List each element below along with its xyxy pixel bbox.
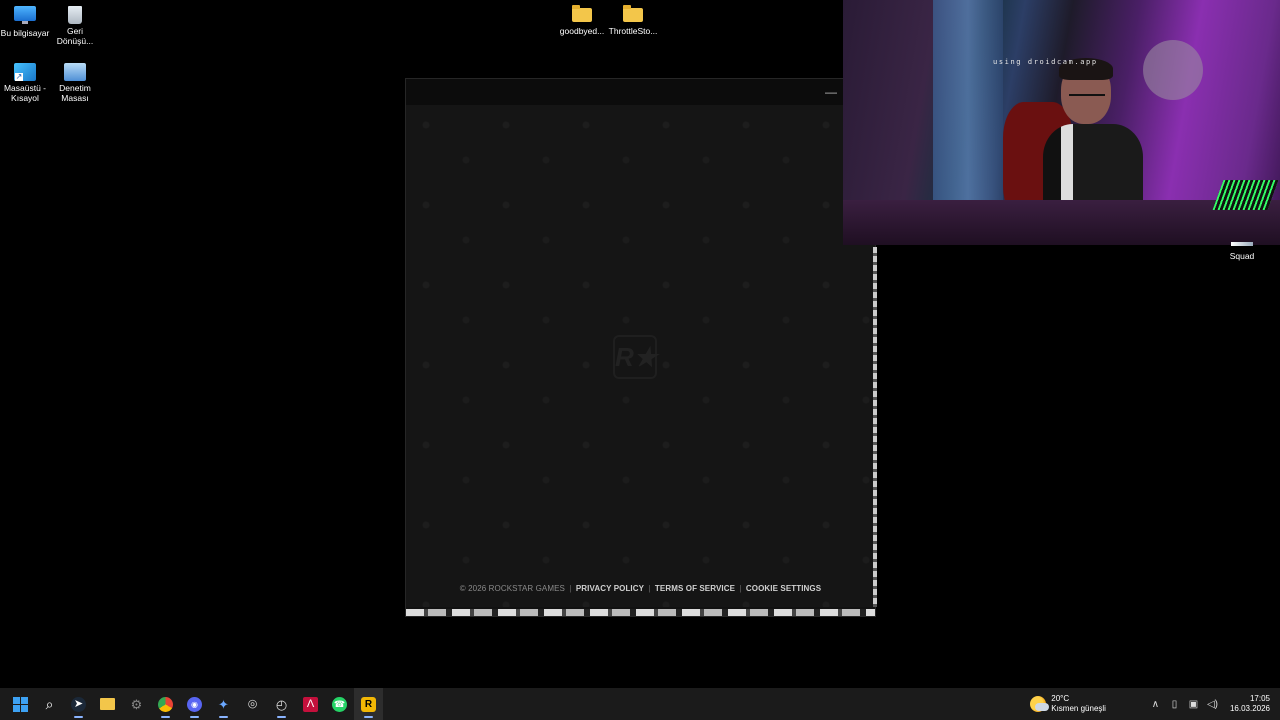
taskbar-adobe-app[interactable]: Λ [296,688,325,720]
clock-time: 17:05 [1249,694,1270,703]
separator: | [648,584,651,593]
recycle-bin-icon [68,6,82,24]
taskbar-clock-app[interactable]: ◴ [267,688,296,720]
desktop: Bu bilgisayar Geri Dönüşü... Masaüstü - … [0,0,1280,720]
desktop-icon-folder-throttlestop[interactable]: ThrottleSto... [606,0,660,36]
taskbar-discord[interactable]: ◉ [180,688,209,720]
start-icon [13,696,28,712]
search-icon: ⌕ [45,695,54,712]
taskbar-maps-app[interactable]: ◎ [238,688,267,720]
adobe-app-icon: Λ [303,696,318,712]
rockstar-launcher-icon: R [361,696,376,712]
desktop-icon-label: Bu bilgisayar [0,28,50,38]
background-window-edge [406,609,875,616]
taskbar-rockstar-launcher[interactable]: R [354,688,383,720]
webcam-overlay: using droidcam.app [843,0,1280,245]
desktop-icon-label: Squad [1229,251,1255,261]
volume-icon[interactable]: ◁) [1203,699,1222,710]
maps-app-icon: ◎ [247,697,258,710]
microphone-icon[interactable]: ▯ [1165,699,1184,710]
minimize-button[interactable]: — [825,85,837,99]
desktop-icon-control-panel[interactable]: Denetim Masası [48,59,102,103]
droidcam-watermark: using droidcam.app [993,58,1098,66]
desktop-icon-shortcut[interactable]: Masaüstü - Kısayol [0,59,52,103]
webcam-person-glasses [1069,94,1105,104]
rockstar-launcher-window: — R★ © 2026 ROCKSTAR GAMES | PRIVACY POL… [405,78,877,617]
separator: | [739,584,742,593]
background-window-edge [873,247,877,607]
weather-temperature: 20°C [1051,694,1070,703]
weather-widget[interactable]: 20°C Kısmen güneşli [1030,694,1106,714]
taskbar-chrome[interactable] [151,688,180,720]
desktop-icon-folder-goodbye[interactable]: goodbyed... [555,0,609,36]
whatsapp-icon: ☎ [332,696,347,712]
webcam-curtain [933,0,1003,200]
show-hidden-icons-chevron-icon[interactable]: ∧ [1146,699,1165,710]
computer-icon [14,6,36,24]
privacy-policy-link[interactable]: PRIVACY POLICY [576,584,644,593]
network-app-icon: ✦ [218,696,229,712]
desktop-icon-recycle-bin[interactable]: Geri Dönüşü... [48,2,102,46]
taskbar-network-app[interactable]: ✦ [209,688,238,720]
taskbar-settings-app[interactable]: ⚙ [122,688,151,720]
taskbar: ⌕ ➤ ⚙ ◉ ✦ ◎ ◴ Λ ☎ R 20°C Kısmen güneşli … [0,688,1280,720]
chrome-icon [158,696,173,712]
network-icon[interactable]: ▣ [1184,699,1203,710]
desktop-icon-label: Masaüstü - Kısayol [3,83,47,103]
taskbar-file-explorer[interactable] [93,688,122,720]
search-button[interactable]: ⌕ [35,688,64,720]
webcam-keyboard [1212,180,1279,210]
desktop-icon-label: Geri Dönüşü... [56,26,94,46]
webcam-teddy-bear [1143,40,1203,100]
desktop-icon-label: ThrottleSto... [608,26,658,36]
partly-sunny-icon [1030,696,1050,712]
cookie-settings-link[interactable]: COOKIE SETTINGS [746,584,821,593]
folder-icon [623,5,643,22]
clock-app-icon: ◴ [275,696,288,712]
start-button[interactable] [6,688,35,720]
weather-description: Kısmen güneşli [1051,704,1106,713]
desktop-icon-label: goodbyed... [559,26,605,36]
taskbar-clock[interactable]: 17:05 16.03.2026 [1230,694,1270,714]
system-tray: 20°C Kısmen güneşli ∧ ▯ ▣ ◁) 17:05 16.03… [1030,688,1280,720]
desktop-icon-this-pc[interactable]: Bu bilgisayar [0,2,52,38]
terms-of-service-link[interactable]: TERMS OF SERVICE [655,584,735,593]
desktop-icon-label: Denetim Masası [59,83,91,103]
file-explorer-icon [100,698,115,710]
launcher-loading-background: R★ [406,105,875,607]
discord-icon: ◉ [187,696,202,712]
window-titlebar[interactable]: — [406,79,875,105]
control-panel-icon [64,63,86,81]
taskbar-whatsapp[interactable]: ☎ [325,688,354,720]
taskbar-steam[interactable]: ➤ [64,688,93,720]
squad-icon [1231,242,1253,246]
settings-app-icon: ⚙ [130,696,143,712]
folder-icon [572,5,592,22]
copyright-text: © 2026 ROCKSTAR GAMES [459,584,565,593]
rockstar-logo-icon: R★ [613,335,657,379]
steam-icon: ➤ [71,696,86,712]
launcher-footer: © 2026 ROCKSTAR GAMES | PRIVACY POLICY |… [406,584,875,593]
separator: | [569,584,572,593]
clock-date: 16.03.2026 [1229,704,1270,713]
shortcut-icon [14,63,36,81]
desktop-icon-squad[interactable]: Squad [1222,242,1262,261]
